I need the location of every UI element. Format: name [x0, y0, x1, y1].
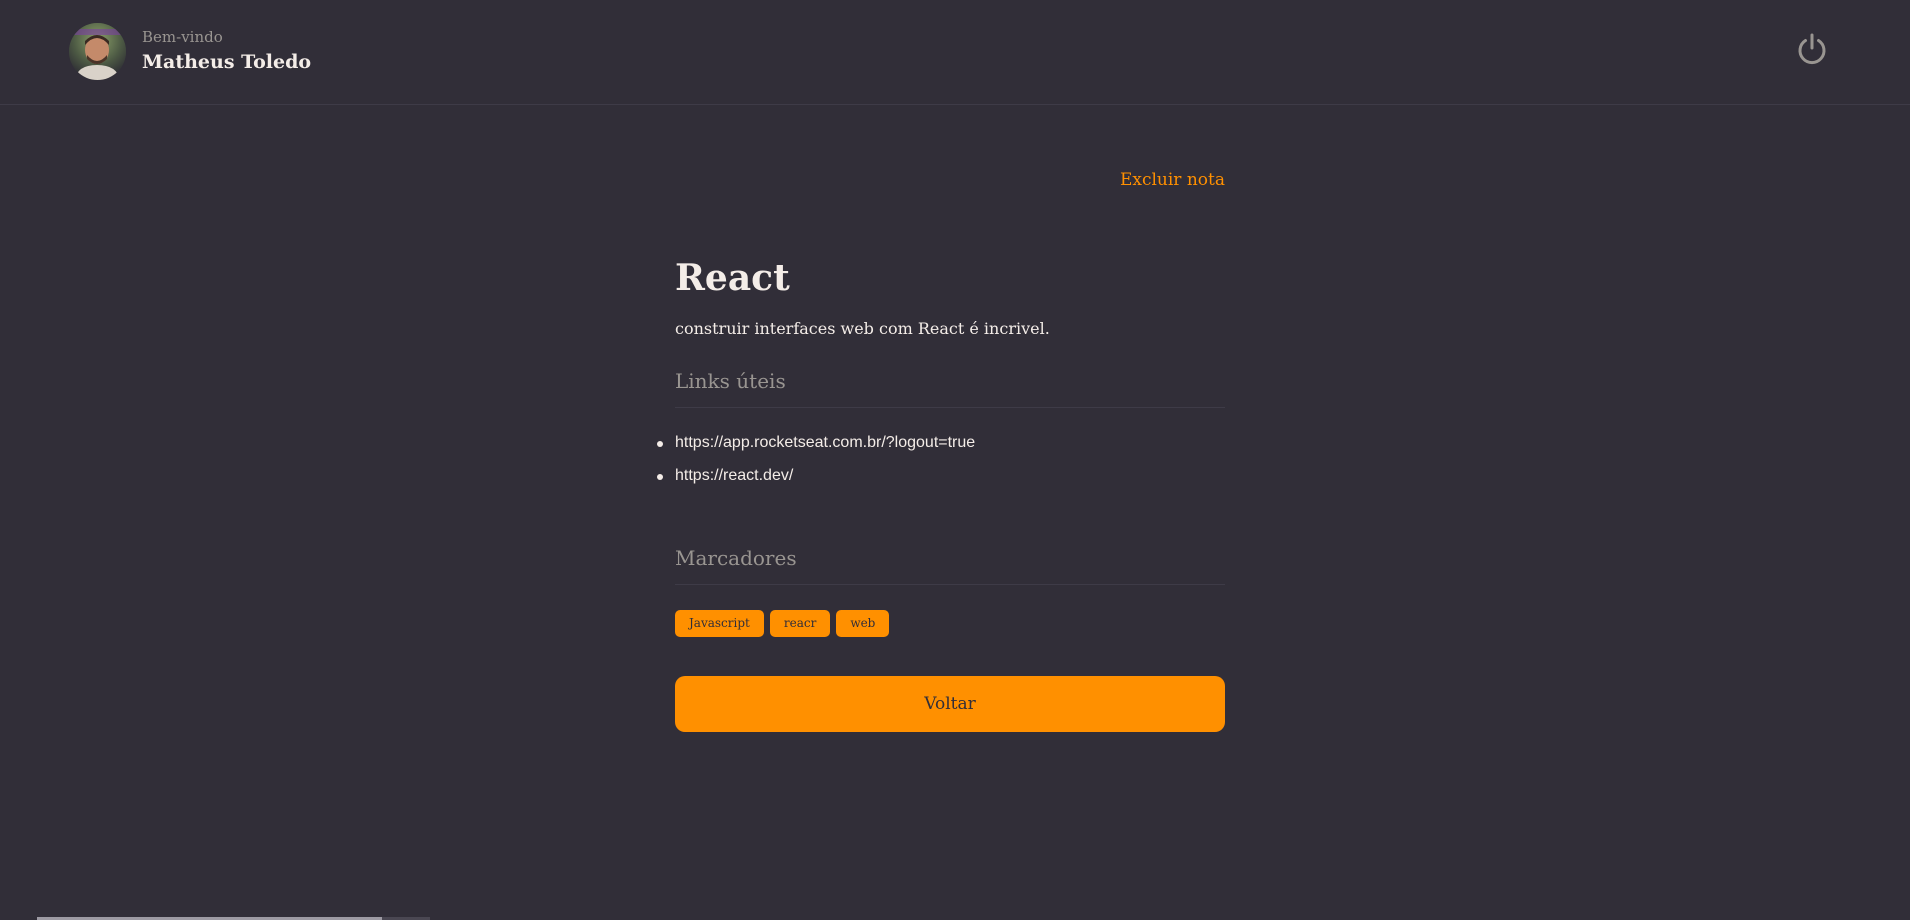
tag: web: [836, 610, 890, 637]
user-profile[interactable]: Bem-vindo Matheus Toledo: [69, 23, 311, 80]
delete-note-button[interactable]: Excluir nota: [1120, 170, 1225, 190]
links-section-title: Links úteis: [675, 367, 1225, 408]
avatar-photo-icon: [69, 23, 126, 80]
link[interactable]: https://app.rocketseat.com.br/?logout=tr…: [675, 434, 975, 451]
links-list: https://app.rocketseat.com.br/?logout=tr…: [656, 432, 975, 498]
greeting-label: Bem-vindo: [142, 27, 223, 46]
user-name: Matheus Toledo: [142, 50, 312, 73]
app-header: Bem-vindo Matheus Toledo: [0, 0, 1910, 105]
tag: Javascript: [675, 610, 764, 637]
link-item: https://app.rocketseat.com.br/?logout=tr…: [656, 432, 975, 454]
tag: reacr: [769, 610, 831, 637]
avatar: [69, 23, 126, 80]
back-button[interactable]: Voltar: [675, 676, 1225, 732]
tags-list: Javascript reacr web: [675, 610, 890, 637]
link-item: https://react.dev/: [656, 465, 975, 487]
power-icon: [1798, 33, 1826, 65]
greeting-block: Bem-vindo Matheus Toledo: [142, 28, 311, 76]
note-description: construir interfaces web com React é inc…: [675, 319, 1050, 338]
link[interactable]: https://react.dev/: [675, 467, 793, 484]
tags-section-title: Marcadores: [675, 544, 1225, 585]
logout-button[interactable]: [1794, 31, 1830, 67]
note-title: React: [675, 257, 790, 299]
